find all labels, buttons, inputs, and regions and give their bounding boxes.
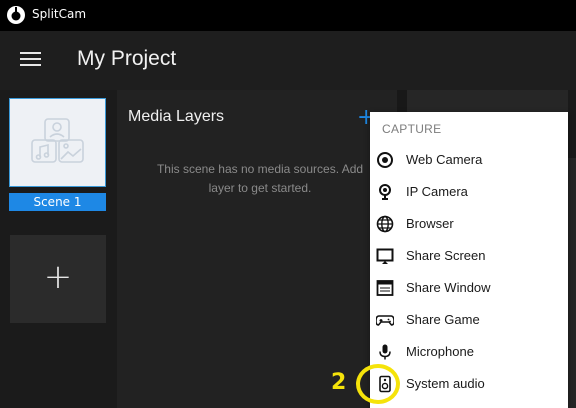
title-bar: SplitCam — [0, 0, 576, 31]
annotation-highlight-circle — [356, 364, 400, 404]
project-title: My Project — [77, 47, 177, 70]
menu-item-label: Share Screen — [406, 248, 486, 263]
menu-item-label: IP Camera — [406, 184, 468, 199]
empty-message-line-2: layer to get started. — [208, 181, 312, 195]
menu-item-microphone[interactable]: Microphone — [370, 336, 568, 368]
menu-item-web-camera[interactable]: Web Camera — [370, 144, 568, 176]
screen-icon — [376, 248, 394, 264]
menu-item-label: Share Window — [406, 280, 491, 295]
plus-icon: + — [43, 257, 73, 297]
capture-menu: CAPTURE Web Camera IP Camera Browser Sha… — [370, 112, 568, 408]
menu-item-share-game[interactable]: Share Game — [370, 304, 568, 336]
add-scene-button[interactable]: + — [10, 235, 106, 323]
menu-item-label: System audio — [406, 376, 485, 391]
empty-message-line-1: This scene has no media sources. Add — [156, 162, 364, 176]
gamepad-icon — [376, 315, 394, 326]
splitcam-logo-icon — [7, 6, 25, 24]
menu-item-label: Web Camera — [406, 152, 483, 167]
empty-layers-message: This scene has no media sources. Add lay… — [135, 160, 385, 198]
menu-section-header: CAPTURE — [382, 122, 442, 136]
scene-label[interactable]: Scene 1 — [9, 193, 106, 211]
scene-media-placeholder-icon — [31, 118, 84, 163]
menu-item-label: Browser — [406, 216, 454, 231]
menu-item-browser[interactable]: Browser — [370, 208, 568, 240]
menu-item-ip-camera[interactable]: IP Camera — [370, 176, 568, 208]
globe-icon — [376, 215, 394, 233]
media-layers-panel — [117, 90, 407, 408]
menu-hamburger-icon[interactable] — [20, 52, 41, 68]
app-name: SplitCam — [32, 7, 87, 21]
media-layers-title: Media Layers — [128, 108, 225, 125]
annotation-step-number: 2 — [331, 370, 347, 395]
menu-item-label: Share Game — [406, 312, 480, 327]
menu-item-share-screen[interactable]: Share Screen — [370, 240, 568, 272]
menu-item-label: Microphone — [406, 344, 474, 359]
webcam-icon — [377, 152, 393, 168]
preview-edge — [568, 90, 576, 158]
window-icon — [376, 280, 394, 296]
scene-thumbnail[interactable] — [9, 98, 106, 187]
microphone-icon — [379, 344, 391, 360]
menu-item-share-window[interactable]: Share Window — [370, 272, 568, 304]
ip-camera-icon — [379, 184, 391, 200]
